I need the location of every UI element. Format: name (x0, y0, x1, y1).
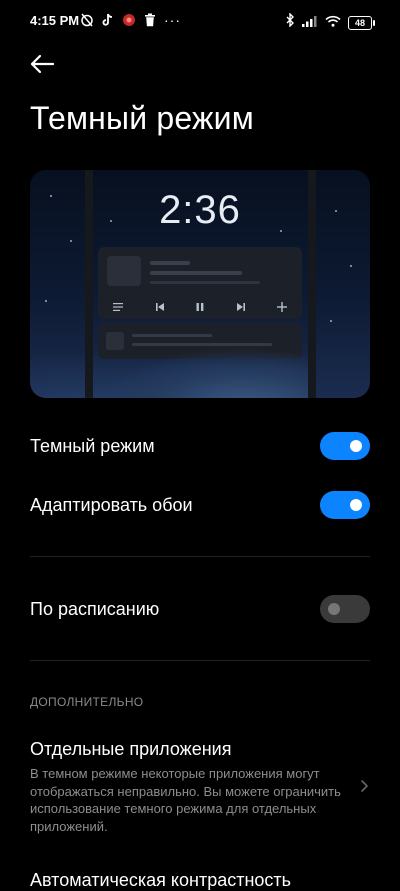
playlist-icon (113, 302, 124, 315)
toggle-knob (328, 603, 340, 615)
more-notifications: ··· (164, 12, 181, 28)
divider (30, 660, 370, 661)
preview-media-controls (98, 297, 302, 319)
media-thumbnail (107, 256, 141, 286)
adapt-wallpaper-toggle[interactable] (320, 491, 370, 519)
dark-mode-preview: 2:36 (30, 170, 370, 398)
next-icon (236, 302, 246, 315)
plus-icon (276, 301, 287, 315)
setting-auto-contrast[interactable]: Автоматическая контрастность (30, 870, 291, 891)
section-header-additional: ДОПОЛНИТЕЛЬНО (30, 695, 144, 709)
preview-clock: 2:36 (159, 188, 241, 232)
divider (30, 556, 370, 557)
page-title: Темный режим (30, 100, 254, 136)
status-right-icons: 48 (286, 12, 375, 32)
separate-apps-title: Отдельные приложения (30, 739, 232, 759)
setting-schedule[interactable]: По расписанию (30, 594, 370, 624)
status-left-icons: ··· (80, 13, 181, 27)
pause-icon (195, 302, 205, 315)
previous-icon (155, 302, 165, 315)
notification-app-icon (122, 13, 136, 27)
back-button[interactable] (28, 50, 58, 78)
signal-icon (302, 14, 318, 32)
battery-icon: 48 (348, 15, 375, 30)
schedule-toggle[interactable] (320, 595, 370, 623)
setting-schedule-label: По расписанию (30, 599, 160, 619)
trash-icon (144, 13, 156, 27)
arrow-left-icon (30, 54, 55, 74)
separate-apps-description: В темном режиме некоторые приложения мог… (30, 766, 341, 834)
toggle-knob (350, 440, 362, 452)
status-time: 4:15 PM (30, 13, 80, 28)
alarm-off-icon (80, 13, 94, 27)
setting-dark-mode-label: Темный режим (30, 436, 155, 456)
bluetooth-icon (286, 12, 295, 32)
status-bar: 4:15 PM ··· 48 (0, 0, 400, 42)
chevron-right-icon (358, 778, 370, 794)
wifi-icon (325, 14, 341, 32)
dark-mode-toggle[interactable] (320, 432, 370, 460)
setting-adapt-wallpaper-label: Адаптировать обои (30, 495, 193, 515)
tiktok-icon (102, 13, 114, 27)
toggle-knob (350, 499, 362, 511)
wallpaper-hill (93, 348, 308, 398)
setting-dark-mode[interactable]: Темный режим (30, 431, 370, 461)
setting-adapt-wallpaper[interactable]: Адаптировать обои (30, 490, 370, 520)
